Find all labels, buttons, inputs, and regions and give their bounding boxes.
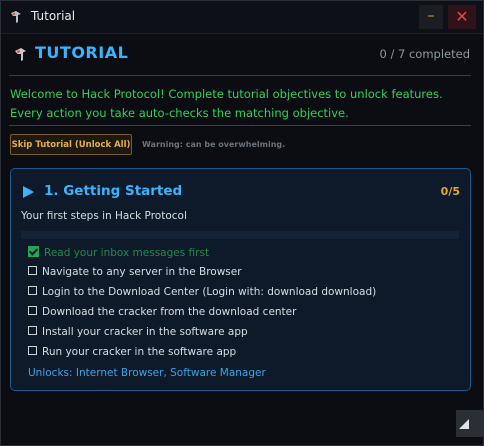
tutorial-icon xyxy=(15,48,26,61)
objective-item: Download the cracker from the download c… xyxy=(28,306,296,318)
resize-handle-icon[interactable] xyxy=(459,419,469,429)
checkbox-icon xyxy=(28,306,37,315)
section-progress-bar xyxy=(21,231,459,239)
objective-label: Navigate to any server in the Browser xyxy=(42,266,242,278)
intro-line-2: Every action you take auto-checks the ma… xyxy=(10,106,349,120)
intro-text: Welcome to Hack Protocol! Complete tutor… xyxy=(10,85,475,123)
divider xyxy=(9,125,471,126)
objective-label: Install your cracker in the software app xyxy=(42,326,248,338)
objective-item: Navigate to any server in the Browser xyxy=(28,266,242,278)
checkbox-icon xyxy=(28,266,37,275)
objective-label: Download the cracker from the download c… xyxy=(42,306,297,318)
section-card-getting-started[interactable]: 1. Getting Started 0/5 Your first steps … xyxy=(10,168,471,391)
objective-label: Login to the Download Center (Login with… xyxy=(42,286,377,298)
divider xyxy=(9,75,471,76)
section-title[interactable]: 1. Getting Started xyxy=(44,183,182,199)
page-title: TUTORIAL xyxy=(35,43,129,62)
section-subtitle: Your first steps in Hack Protocol xyxy=(21,210,187,222)
objective-item: Run your cracker in the software app xyxy=(28,346,236,358)
checkbox-icon xyxy=(28,286,37,295)
intro-line-1: Welcome to Hack Protocol! Complete tutor… xyxy=(10,87,443,101)
close-button[interactable]: ✕ xyxy=(448,5,476,29)
checkbox-icon xyxy=(28,346,37,355)
objective-item: Read your inbox messages first xyxy=(28,246,209,259)
objective-item: Install your cracker in the software app xyxy=(28,326,248,338)
section-progress: 0/5 xyxy=(440,185,460,198)
objective-label: Read your inbox messages first xyxy=(44,247,210,259)
checked-checkbox-icon xyxy=(28,246,39,257)
tutorial-window: Tutorial – ✕ TUTORIAL 0 / 7 completed We… xyxy=(0,0,484,446)
checkbox-icon xyxy=(28,326,37,335)
minimize-button[interactable]: – xyxy=(419,5,443,29)
app-icon xyxy=(11,11,21,23)
skip-tutorial-button[interactable]: Skip Tutorial (Unlock All) xyxy=(10,134,132,155)
skip-warning: Warning: can be overwhelming. xyxy=(142,140,286,149)
objective-item: Login to the Download Center (Login with… xyxy=(28,286,376,298)
objective-label: Run your cracker in the software app xyxy=(42,346,237,358)
completion-counter: 0 / 7 completed xyxy=(379,47,471,61)
window-title: Tutorial xyxy=(31,9,76,23)
title-bar[interactable]: Tutorial – ✕ xyxy=(1,1,483,34)
expand-arrow-icon[interactable] xyxy=(23,186,34,198)
unlocks-text: Unlocks: Internet Browser, Software Mana… xyxy=(28,367,266,379)
